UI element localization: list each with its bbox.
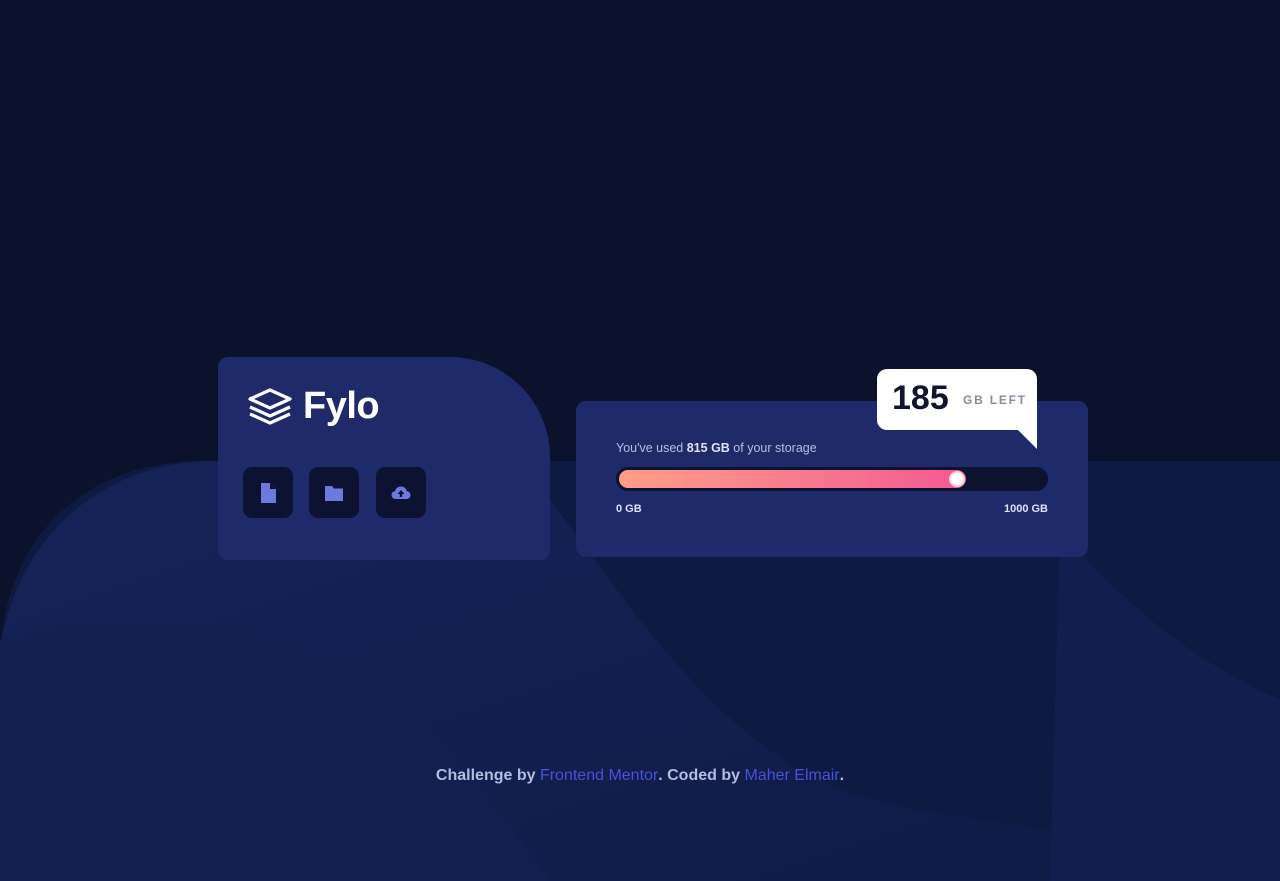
brand-name: Fylo (303, 385, 380, 427)
attribution: Challenge by Frontend Mentor. Coded by M… (0, 767, 1280, 785)
remaining-callout: 185 GB LEFT (877, 369, 1037, 430)
logo: Fylo (247, 385, 380, 428)
usage-text: You've used 815 GB of your storage (616, 441, 817, 455)
folder-button[interactable] (309, 467, 359, 518)
folder-icon (325, 485, 343, 501)
frontend-mentor-link[interactable]: Frontend Mentor (540, 767, 658, 784)
attribution-middle: . Coded by (658, 767, 745, 784)
storage-progress-track (616, 467, 1048, 491)
usage-suffix: of your storage (729, 441, 817, 455)
cloud-upload-icon (391, 486, 411, 499)
callout-tail (1017, 429, 1037, 449)
brand-card: Fylo (218, 357, 550, 560)
usage-amount: 815 GB (686, 441, 730, 455)
upload-button[interactable] (376, 467, 426, 518)
document-button[interactable] (243, 467, 293, 518)
usage-prefix: You've used (616, 441, 687, 455)
storage-progress-fill (619, 470, 966, 488)
page: Fylo You've used 815 GB of your storage (0, 0, 1280, 881)
range-min-label: 0 GB (616, 503, 642, 515)
attribution-prefix: Challenge by (435, 767, 540, 784)
attribution-suffix: . (839, 767, 845, 784)
author-link[interactable]: Maher Elmair (744, 767, 839, 784)
layers-icon (248, 387, 292, 425)
range-max-label: 1000 GB (1003, 503, 1048, 515)
remaining-unit: GB LEFT (963, 393, 1027, 407)
remaining-value: 185 (892, 379, 949, 417)
progress-knob (949, 471, 965, 487)
document-icon (261, 482, 276, 503)
